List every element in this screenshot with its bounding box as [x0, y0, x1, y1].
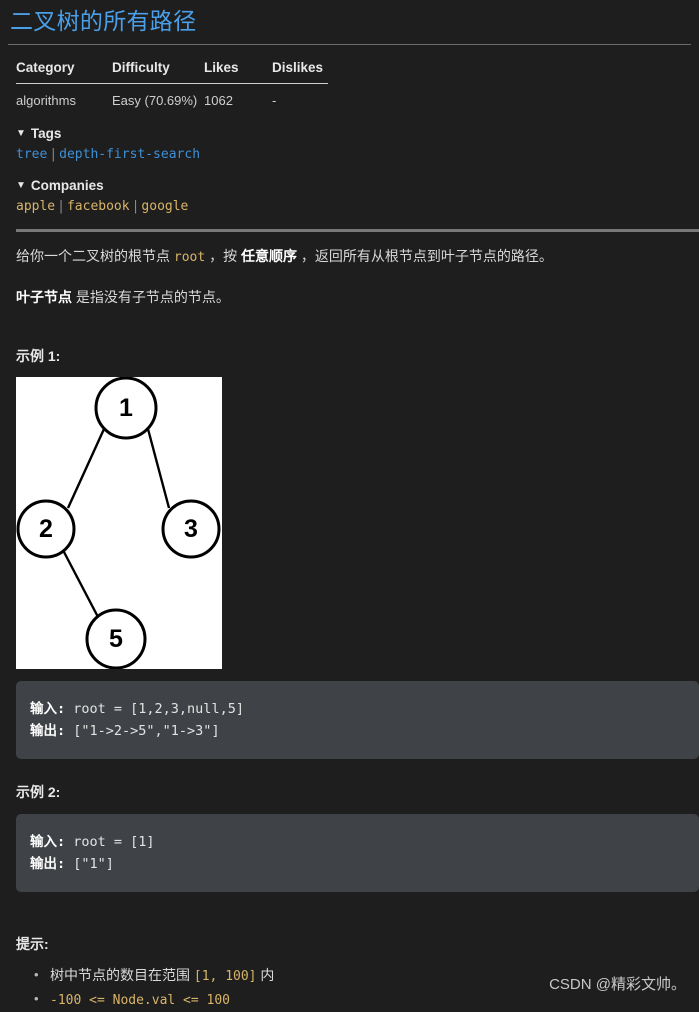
tag-link-depth-first-search[interactable]: depth-first-search	[59, 147, 200, 162]
example-1-label: 示例 1:	[16, 348, 61, 364]
tree-node-2-label: 2	[39, 515, 53, 543]
chevron-down-icon[interactable]: ▼	[16, 128, 26, 139]
column-header-category: Category	[16, 57, 112, 84]
chevron-down-icon[interactable]: ▼	[16, 180, 26, 191]
description-paragraph-2: 叶子节点 是指没有子节点的节点。	[16, 286, 691, 308]
company-separator: |	[57, 199, 65, 214]
cell-category: algorithms	[16, 93, 76, 108]
tags-section-header[interactable]: ▼ Tags	[16, 126, 691, 141]
companies-list: apple | facebook | google	[16, 198, 691, 216]
problem-page: 二叉树的所有路径 Category Difficulty Likes Disli…	[0, 6, 699, 1010]
cell-likes: 1062	[204, 93, 233, 108]
title-divider	[8, 44, 691, 45]
tree-node-1-label: 1	[119, 394, 133, 422]
description-paragraph-1: 给你一个二叉树的根节点 root ，按 任意顺序 ，返回所有从根节点到叶子节点的…	[16, 245, 691, 269]
tag-separator: |	[49, 147, 58, 162]
description-text-part: 给你一个二叉树的根节点	[16, 248, 174, 264]
binary-tree-figure: 1 2 3 5	[16, 377, 222, 669]
tags-list: tree | depth-first-search	[16, 146, 691, 164]
example-2-input-value: root = [1]	[65, 834, 155, 850]
tags-section: ▼ Tags tree | depth-first-search	[16, 126, 691, 164]
table-header-row: Category Difficulty Likes Dislikes	[16, 57, 328, 84]
hint-1-code: [1, 100]	[193, 969, 257, 984]
example-1-code-block: 输入: root = [1,2,3,null,5] 输出: ["1->2->5"…	[16, 681, 699, 759]
csdn-watermark: CSDN @精彩文帅。	[549, 976, 686, 993]
description-text-part: 是指没有子节点的节点。	[72, 289, 230, 305]
description-text-part: ，按	[205, 248, 241, 264]
cell-dislikes: -	[272, 93, 277, 108]
tree-edge-1-3	[146, 428, 171, 509]
description-inline-code-root: root	[173, 250, 206, 265]
section-divider	[16, 229, 699, 232]
example-1-input-value: root = [1,2,3,null,5]	[65, 701, 244, 717]
hint-2-code: -100 <= Node.val <= 100	[50, 993, 231, 1008]
tags-section-title: Tags	[30, 126, 62, 141]
companies-section-title: Companies	[30, 178, 104, 193]
company-link-apple[interactable]: apple	[16, 199, 55, 214]
example-2-output-value: ["1"]	[65, 856, 114, 872]
column-header-likes: Likes	[202, 57, 254, 84]
example-2-label: 示例 2:	[16, 784, 61, 800]
tree-edge-1-2	[66, 428, 106, 509]
problem-meta-table: Category Difficulty Likes Dislikes algor…	[16, 57, 328, 112]
column-header-difficulty: Difficulty	[112, 57, 202, 84]
column-header-dislikes: Dislikes	[254, 57, 328, 84]
example-1-output-label: 输出:	[30, 723, 66, 739]
description-bold-any-order: 任意顺序	[240, 248, 297, 264]
hints-label: 提示:	[16, 936, 49, 952]
example-1-input-label: 输入:	[30, 701, 66, 717]
cell-difficulty: Easy (70.69%)	[112, 93, 198, 108]
page-title: 二叉树的所有路径	[10, 8, 197, 34]
company-link-google[interactable]: google	[141, 199, 188, 214]
example-2-code-block: 输入: root = [1] 输出: ["1"]	[16, 814, 699, 892]
companies-section: ▼ Companies apple | facebook | google	[16, 178, 691, 216]
tree-node-5-label: 5	[109, 625, 123, 653]
hint-1-suffix: 内	[256, 967, 275, 983]
company-separator: |	[131, 199, 140, 214]
binary-tree-svg: 1 2 3 5	[16, 377, 221, 669]
example-2-input-label: 输入:	[30, 834, 66, 850]
example-1-output-value: ["1->2->5","1->3"]	[65, 723, 220, 739]
table-row: algorithms Easy (70.69%) 1062 -	[16, 84, 328, 113]
tree-node-3-label: 3	[184, 515, 198, 543]
example-2-output-label: 输出:	[30, 856, 66, 872]
tree-edge-2-5	[62, 551, 100, 618]
tag-link-tree[interactable]: tree	[16, 147, 47, 162]
description-text-part: ，返回所有从根节点到叶子节点的路径。	[296, 248, 553, 264]
company-link-facebook[interactable]: facebook	[67, 199, 130, 214]
companies-section-header[interactable]: ▼ Companies	[16, 178, 691, 193]
hint-1-prefix: 树中节点的数目在范围	[50, 967, 194, 983]
description-bold-leaf-node: 叶子节点	[16, 289, 72, 305]
